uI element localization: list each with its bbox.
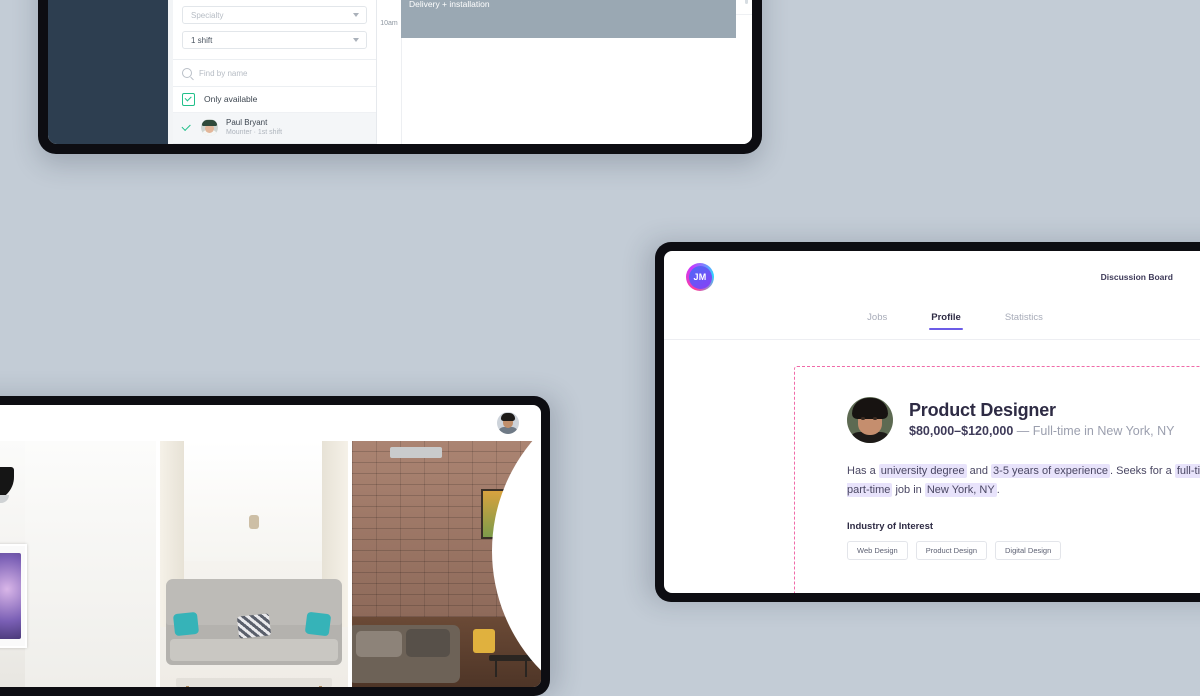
- calendar-scrollbar[interactable]: [745, 0, 748, 4]
- employment-type: Full-time in New York, NY: [1032, 424, 1175, 439]
- brand-logo-text: JM: [688, 265, 712, 289]
- chevron-down-icon: [353, 38, 359, 43]
- specialty-select[interactable]: Specialty: [182, 6, 367, 25]
- profile-subtitle: $80,000–$120,000 — Full-time in New York…: [909, 422, 1174, 441]
- avatar[interactable]: [497, 412, 519, 434]
- search-icon: [182, 68, 192, 79]
- subtitle-dash: —: [1016, 424, 1030, 439]
- description-highlight-3: 3-5 years of experience: [991, 464, 1110, 478]
- shift-select-label: 1 shift: [191, 35, 213, 45]
- description-highlight-1: university degree: [878, 464, 967, 478]
- people-search-field[interactable]: Find by name: [173, 59, 376, 87]
- jobboard-screen: JM Discussion Board M Jobs Profile Stati…: [664, 251, 1200, 593]
- check-icon: [182, 124, 193, 132]
- tag-product-design[interactable]: Product Design: [915, 540, 987, 560]
- tab-profile[interactable]: Profile: [929, 312, 963, 330]
- calendar-event-title: Delivery + installation: [409, 0, 490, 9]
- person-role: Mounter · 1st shift: [226, 129, 283, 137]
- scheduler-screen: Specialty 1 shift Find by name Only avai…: [48, 0, 752, 144]
- only-available-label: Only available: [204, 94, 258, 105]
- only-available-toggle[interactable]: Only available: [173, 87, 376, 113]
- specialty-select-label: Specialty: [191, 10, 224, 20]
- social-screen: Messages Create Post: [0, 405, 541, 687]
- person-name: Paul Bryant: [226, 118, 268, 128]
- social-laptop-device: Messages Create Post: [0, 396, 550, 696]
- industry-section-title: Industry of Interest: [847, 520, 934, 532]
- person-info: Paul Bryant Mounter · 1st shift: [226, 118, 282, 137]
- industry-tags: Web Design Product Design Digital Design: [847, 540, 1200, 560]
- list-item[interactable]: Paul Bryant Mounter · 1st shift: [173, 112, 376, 144]
- gallery-photo-loft[interactable]: [352, 441, 541, 687]
- description-highlight-7: New York, NY: [924, 483, 997, 498]
- tag-web-design[interactable]: Web Design: [847, 540, 908, 560]
- jobboard-tabs: Jobs Profile Statistics: [664, 303, 1200, 340]
- chevron-down-icon: [353, 13, 359, 18]
- scheduler-dark-sidebar[interactable]: [48, 0, 168, 144]
- tab-statistics[interactable]: Statistics: [1005, 312, 1043, 330]
- gallery-photo-sofa[interactable]: [159, 441, 349, 687]
- description-text-0: Has a: [847, 465, 879, 477]
- shift-select[interactable]: 1 shift: [182, 31, 367, 50]
- profile-header: Product Designer $80,000–$120,000 — Full…: [847, 397, 1200, 443]
- salary-range: $80,000–$120,000: [909, 424, 1014, 439]
- tab-jobs[interactable]: Jobs: [867, 312, 887, 330]
- calendar-event[interactable]: 9:00am to 10:30am Delivery + installatio…: [401, 0, 736, 38]
- jobboard-header: JM Discussion Board M: [664, 251, 1200, 303]
- avatar: [201, 119, 218, 137]
- profile-card: Product Designer $80,000–$120,000 — Full…: [794, 366, 1200, 593]
- hour-label: 10am: [380, 20, 398, 27]
- gallery-photo-kitchen[interactable]: [0, 441, 156, 687]
- tag-digital-design[interactable]: Digital Design: [995, 540, 1062, 560]
- jobboard-body: Product Designer $80,000–$120,000 — Full…: [664, 340, 1200, 593]
- scheduler-tablet-device: Specialty 1 shift Find by name Only avai…: [38, 0, 762, 154]
- photo-gallery: [0, 441, 541, 687]
- calendar-grid[interactable]: 8am 9am 10am 9:00am to 10:30am Delivery …: [377, 0, 752, 144]
- description-text-8: .: [996, 484, 1000, 497]
- scheduler-people-panel: Specialty 1 shift Find by name Only avai…: [173, 0, 377, 144]
- check-icon: [182, 92, 195, 106]
- profile-description: Has a university degree and 3-5 years of…: [847, 462, 1200, 501]
- description-text-6: job in: [892, 484, 925, 497]
- people-search-placeholder: Find by name: [199, 68, 248, 78]
- nav-link-discussion-board[interactable]: Discussion Board: [1101, 272, 1173, 282]
- profile-headline: Product Designer $80,000–$120,000 — Full…: [909, 399, 1174, 441]
- avatar: [847, 397, 893, 443]
- page-title: Product Designer: [909, 399, 1056, 420]
- jobboard-laptop-device: JM Discussion Board M Jobs Profile Stati…: [655, 242, 1200, 602]
- hour-gutter: 8am 9am 10am: [377, 0, 402, 144]
- description-text-4: . Seeks for a: [1110, 465, 1175, 477]
- header-nav: Discussion Board M: [1101, 272, 1200, 282]
- scheduler-calendar-panel: ‹ › Today Saturday, March 9, 2019 Day 12…: [377, 0, 752, 144]
- brand-logo[interactable]: JM: [686, 263, 714, 291]
- description-text-2: and: [966, 465, 992, 477]
- social-header: Messages Create Post: [0, 405, 541, 441]
